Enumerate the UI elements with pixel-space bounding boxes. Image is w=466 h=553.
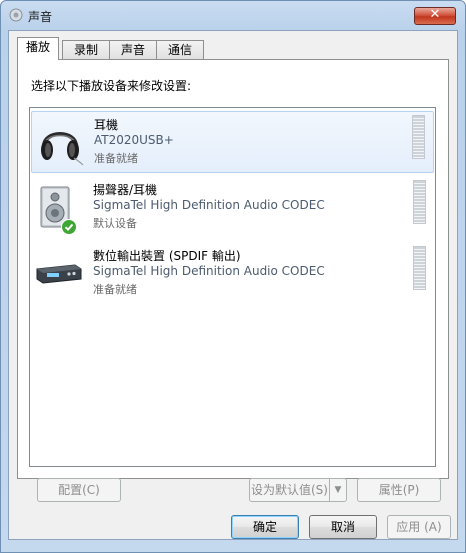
- sound-dialog: 声音 ✕ 播放 录制 声音 通信 选择以下播放设备来修改设置: 耳機 AT202…: [0, 0, 466, 553]
- tab-playback[interactable]: 播放: [17, 37, 59, 60]
- set-default-label: 设为默认值(S): [251, 483, 328, 497]
- device-name: 耳機: [94, 118, 119, 132]
- device-status: 默认设备: [93, 217, 137, 230]
- set-default-button[interactable]: 设为默认值(S) ▼: [249, 478, 347, 502]
- playback-panel: 选择以下播放设备来修改设置: 耳機 AT2020USB+ 准备就绪 揚聲器/耳機…: [17, 59, 449, 479]
- device-item-headphones[interactable]: 耳機 AT2020USB+ 准备就绪: [31, 111, 434, 173]
- cancel-button[interactable]: 取消: [309, 515, 377, 539]
- volume-meter: [413, 180, 426, 224]
- device-item-speakers[interactable]: 揚聲器/耳機 SigmaTel High Definition Audio CO…: [31, 177, 434, 239]
- device-name: 數位輸出裝置 (SPDIF 輸出): [93, 249, 241, 263]
- volume-meter: [412, 115, 425, 159]
- chevron-down-icon[interactable]: ▼: [329, 479, 346, 501]
- volume-meter: [413, 246, 426, 290]
- device-list[interactable]: 耳機 AT2020USB+ 准备就绪 揚聲器/耳機 SigmaTel High …: [29, 107, 436, 467]
- configure-button[interactable]: 配置(C): [37, 478, 121, 502]
- tab-communications[interactable]: 通信: [156, 40, 204, 59]
- window-title: 声音: [28, 10, 53, 24]
- device-name: 揚聲器/耳機: [93, 183, 158, 197]
- check-icon: [61, 219, 77, 235]
- device-detail: AT2020USB+: [94, 133, 174, 147]
- device-item-digital-output[interactable]: 數位輸出裝置 (SPDIF 輸出) SigmaTel High Definiti…: [31, 243, 434, 305]
- title-bar[interactable]: 声音 ✕: [1, 1, 465, 29]
- close-button[interactable]: ✕: [414, 7, 456, 25]
- digital-output-icon: [36, 264, 82, 284]
- speaker-title-icon: [9, 8, 23, 22]
- headphones-icon: [41, 132, 84, 166]
- close-icon: ✕: [429, 7, 441, 22]
- device-detail: SigmaTel High Definition Audio CODEC: [93, 198, 325, 212]
- device-detail: SigmaTel High Definition Audio CODEC: [93, 264, 325, 278]
- device-status: 准备就绪: [94, 152, 138, 165]
- apply-button[interactable]: 应用 (A): [387, 515, 451, 539]
- tab-sounds[interactable]: 声音: [109, 40, 157, 59]
- dialog-client-area: 播放 录制 声音 通信 选择以下播放设备来修改设置: 耳機 AT2020USB+…: [8, 30, 458, 540]
- ok-button[interactable]: 确定: [231, 515, 299, 539]
- properties-button[interactable]: 属性(P): [357, 478, 441, 502]
- tab-recording[interactable]: 录制: [62, 40, 110, 59]
- device-status: 准备就绪: [93, 283, 137, 296]
- instruction-text: 选择以下播放设备来修改设置:: [31, 79, 192, 93]
